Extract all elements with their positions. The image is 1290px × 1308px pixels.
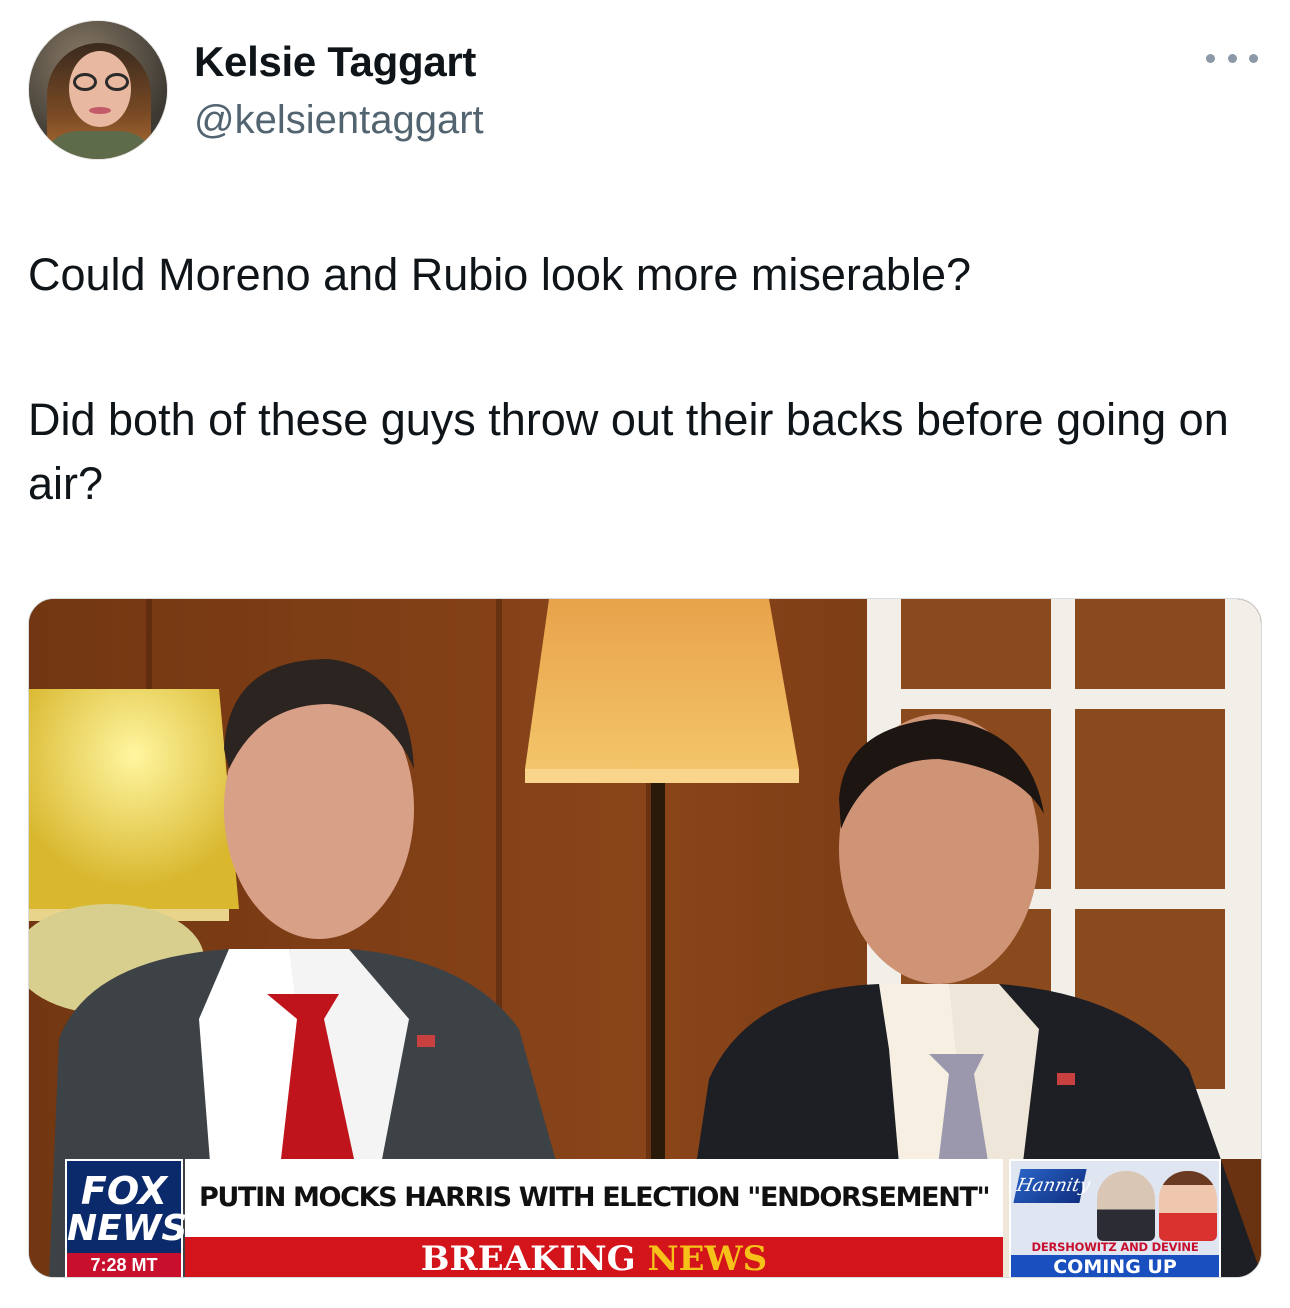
tweet-text-line-1: Could Moreno and Rubio look more miserab…: [28, 249, 972, 300]
banner-word-news: NEWS: [647, 1239, 768, 1278]
more-horizontal-icon[interactable]: [1202, 38, 1262, 78]
promo-guest-1: [1097, 1171, 1155, 1241]
promo-box: Hannity DERSHOWITZ AND DEVINE COMING UP: [1009, 1159, 1221, 1277]
promo-guest-2: [1159, 1171, 1217, 1241]
breaking-news-banner: BREAKING NEWS: [185, 1237, 1003, 1278]
news-lower-third: FOX NEWS 7:28 MT PUTIN MOCKS HARRIS WITH…: [65, 1159, 1221, 1278]
author-handle[interactable]: @kelsientaggart: [194, 98, 484, 143]
promo-status: COMING UP: [1011, 1255, 1219, 1277]
logo-bottom: NEWS: [67, 1208, 188, 1249]
author-name[interactable]: Kelsie Taggart: [194, 38, 476, 86]
broadcast-time: 7:28 MT: [67, 1253, 181, 1277]
logo-top: FOX: [80, 1169, 168, 1213]
promo-caption: DERSHOWITZ AND DEVINE: [1031, 1240, 1199, 1254]
tweet-header: Kelsie Taggart @kelsientaggart: [28, 20, 1262, 160]
banner-word-breaking: BREAKING: [420, 1239, 636, 1278]
news-headline: PUTIN MOCKS HARRIS WITH ELECTION "ENDORS…: [185, 1159, 1003, 1237]
avatar[interactable]: [28, 20, 168, 160]
tweet-media-image[interactable]: FOX NEWS 7:28 MT PUTIN MOCKS HARRIS WITH…: [28, 598, 1262, 1278]
fox-news-logo: FOX NEWS 7:28 MT: [65, 1159, 188, 1277]
tweet-text-line-2: Did both of these guys throw out their b…: [28, 394, 1229, 509]
promo-show-logo: Hannity: [1013, 1169, 1092, 1203]
